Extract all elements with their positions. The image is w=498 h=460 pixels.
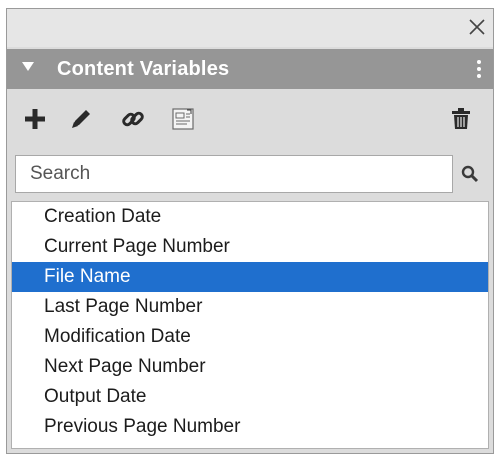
trash-icon xyxy=(452,108,470,129)
search-icon[interactable] xyxy=(457,161,483,187)
list-item[interactable]: Next Page Number xyxy=(12,352,488,382)
vertical-ellipsis-icon[interactable] xyxy=(471,57,487,81)
plus-icon xyxy=(25,109,45,129)
list-item[interactable]: Modification Date xyxy=(12,322,488,352)
panel-header[interactable]: Content Variables xyxy=(7,49,493,89)
list-item[interactable]: File Name xyxy=(12,262,488,292)
link-icon xyxy=(122,111,144,127)
link-variable-button[interactable] xyxy=(119,105,147,133)
pencil-icon xyxy=(72,110,90,128)
list-item[interactable]: Previous Page Number xyxy=(12,412,488,442)
variables-list: Creation Date Current Page Number File Nam… xyxy=(11,201,489,449)
search-field xyxy=(15,155,453,193)
delete-variable-button[interactable] xyxy=(447,105,475,133)
search-input[interactable] xyxy=(16,156,450,192)
panel-title: Content Variables xyxy=(57,58,230,80)
list-item[interactable]: Last Page Number xyxy=(12,292,488,322)
collapse-triangle-icon[interactable] xyxy=(21,61,35,73)
toolbar xyxy=(7,95,493,141)
edit-variable-button[interactable] xyxy=(67,105,95,133)
add-variable-button[interactable] xyxy=(21,105,49,133)
panel-top-bar xyxy=(7,9,493,47)
list-item[interactable]: Output Date xyxy=(12,382,488,412)
content-variables-panel: Content Variables Search Creation Date C… xyxy=(6,8,494,454)
insert-field-icon xyxy=(172,108,194,130)
list-item[interactable]: Current Page Number xyxy=(12,232,488,262)
list-item[interactable]: Creation Date xyxy=(12,202,488,232)
insert-variable-button[interactable] xyxy=(169,105,197,133)
close-icon[interactable] xyxy=(467,17,487,37)
